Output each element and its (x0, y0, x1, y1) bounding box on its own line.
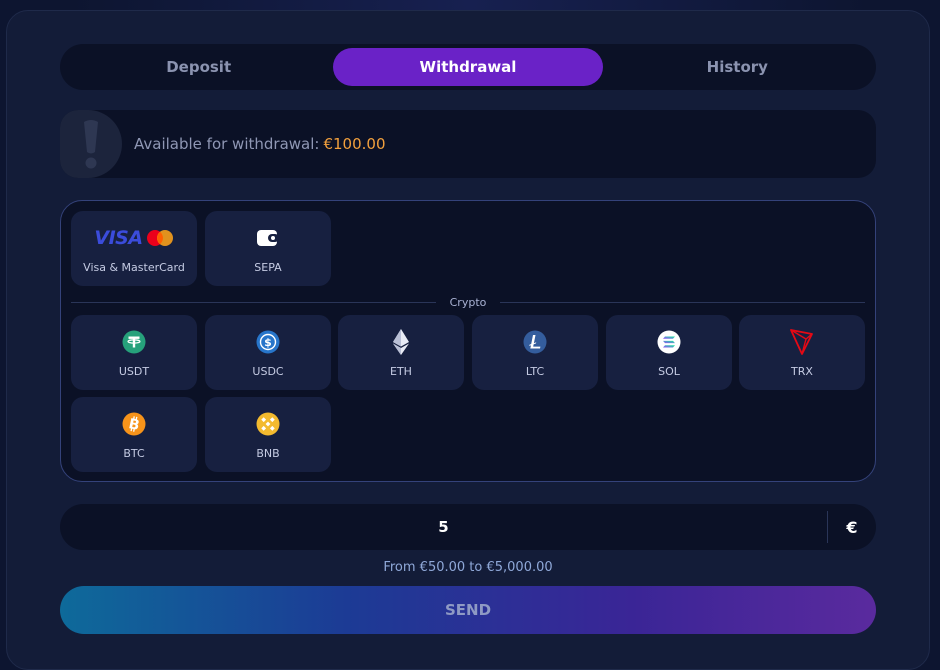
method-label: SEPA (254, 261, 282, 274)
crypto-heading: Crypto (449, 295, 487, 309)
method-ltc[interactable]: LTC (472, 315, 598, 390)
method-bnb[interactable]: BNB (205, 397, 331, 472)
method-usdc[interactable]: $ USDC (205, 315, 331, 390)
exclamation-icon (60, 110, 122, 178)
currency-symbol: € (846, 517, 858, 537)
method-label: Visa & MasterCard (83, 261, 185, 274)
crypto-divider: Crypto (71, 293, 865, 311)
method-label: SOL (658, 365, 680, 378)
method-label: BNB (256, 447, 280, 460)
wallet-tabs: Deposit Withdrawal History (60, 44, 876, 90)
eth-icon (392, 327, 410, 357)
amount-input[interactable] (60, 518, 827, 536)
trx-icon (790, 327, 814, 357)
svg-text:$: $ (264, 336, 272, 349)
amount-range-hint: From €50.00 to €5,000.00 (383, 560, 553, 575)
method-btc[interactable]: B BTC (71, 397, 197, 472)
tab-withdrawal[interactable]: Withdrawal (333, 48, 603, 86)
method-label: TRX (791, 365, 813, 378)
method-sepa[interactable]: SEPA (205, 211, 331, 286)
available-balance-bar: Available for withdrawal: €100.00 (60, 110, 876, 178)
method-eth[interactable]: ETH (338, 315, 464, 390)
available-amount: €100.00 (323, 135, 386, 153)
method-trx[interactable]: TRX (739, 315, 865, 390)
tab-history[interactable]: History (603, 48, 872, 86)
wallet-icon (256, 223, 280, 253)
btc-icon: B (122, 409, 146, 439)
usdt-icon (122, 327, 146, 357)
bnb-icon (256, 409, 280, 439)
visa-logo-text: VISA (94, 227, 143, 249)
method-label: USDT (118, 365, 150, 378)
amount-field: € (60, 504, 876, 550)
method-label: USDC (252, 365, 284, 378)
method-visa-mastercard[interactable]: VISA Visa & MasterCard (71, 211, 197, 286)
method-label: ETH (390, 365, 412, 378)
tab-deposit[interactable]: Deposit (64, 48, 333, 86)
method-label: BTC (123, 447, 145, 460)
visa-mastercard-icon: VISA (94, 223, 173, 253)
usdc-icon: $ (256, 327, 280, 357)
method-usdt[interactable]: USDT (71, 315, 197, 390)
method-label: LTC (525, 365, 545, 378)
sol-icon (657, 327, 681, 357)
ltc-icon (523, 327, 547, 357)
available-label: Available for withdrawal: (134, 135, 320, 153)
method-sol[interactable]: SOL (606, 315, 732, 390)
payment-methods: VISA Visa & MasterCard SEPA Crypto USDT … (60, 200, 876, 482)
send-button[interactable]: SEND (60, 586, 876, 634)
